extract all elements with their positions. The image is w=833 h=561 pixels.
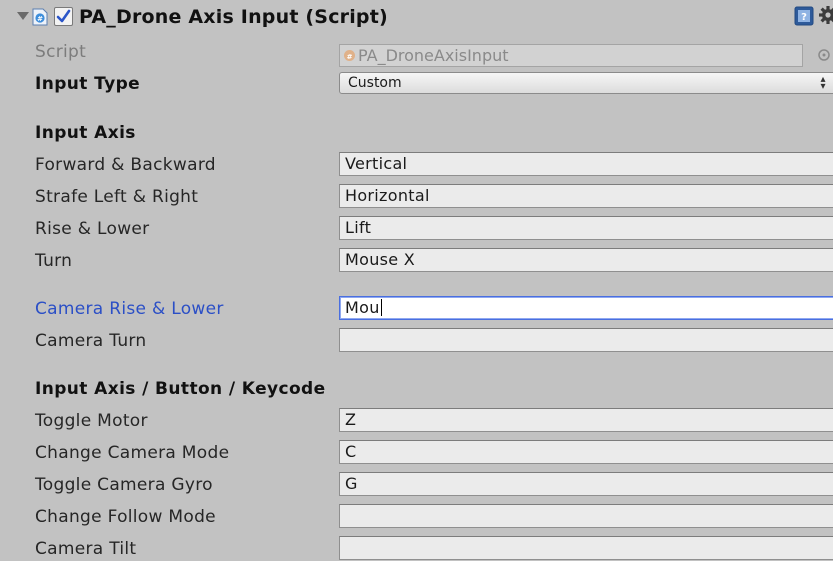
camera-turn-label: Camera Turn: [35, 331, 147, 351]
toggle-motor-field[interactable]: Z: [339, 408, 833, 432]
camera-tilt-label: Camera Tilt: [35, 539, 137, 559]
script-field-value: PA_DroneAxisInput: [358, 46, 509, 65]
checkmark-icon: [56, 9, 71, 23]
svg-text:#: #: [37, 15, 43, 23]
turn-label: Turn: [35, 251, 73, 271]
component-header: # PA_Drone Axis Input (Script) ?: [0, 0, 833, 38]
change-camera-mode-label: Change Camera Mode: [35, 443, 230, 463]
change-follow-mode-field[interactable]: [339, 504, 833, 528]
section-header-input-axis: Input Axis: [35, 123, 136, 143]
component-title: PA_Drone Axis Input (Script): [79, 6, 388, 28]
forward-backward-label: Forward & Backward: [35, 155, 216, 175]
svg-text:#: #: [347, 53, 353, 61]
script-label: Script: [35, 42, 87, 62]
rise-lower-label: Rise & Lower: [35, 219, 150, 239]
svg-text:?: ?: [801, 12, 807, 23]
csharp-script-icon: #: [32, 8, 48, 26]
forward-backward-field[interactable]: Vertical: [339, 152, 833, 176]
script-file-icon: #: [344, 50, 355, 61]
strafe-label: Strafe Left & Right: [35, 187, 199, 207]
foldout-arrow-icon[interactable]: [17, 12, 29, 20]
component-enabled-checkbox[interactable]: [54, 7, 73, 26]
camera-tilt-field[interactable]: [339, 536, 833, 560]
gear-icon[interactable]: [818, 5, 833, 25]
camera-rise-lower-field[interactable]: Mou: [339, 296, 833, 320]
turn-field[interactable]: Mouse X: [339, 248, 833, 272]
script-object-field[interactable]: # PA_DroneAxisInput: [339, 44, 803, 67]
toggle-camera-gyro-label: Toggle Camera Gyro: [35, 475, 213, 495]
rise-lower-field[interactable]: Lift: [339, 216, 833, 240]
help-book-icon[interactable]: ?: [794, 6, 814, 26]
change-follow-mode-label: Change Follow Mode: [35, 507, 216, 527]
object-picker-icon[interactable]: [817, 48, 831, 62]
change-camera-mode-field[interactable]: C: [339, 440, 833, 464]
section-header-keycode: Input Axis / Button / Keycode: [35, 379, 326, 399]
input-type-dropdown[interactable]: Custom: [339, 72, 833, 94]
camera-rise-lower-value: Mou: [345, 298, 380, 317]
text-caret: [380, 299, 382, 316]
toggle-camera-gyro-field[interactable]: G: [339, 472, 833, 496]
toggle-motor-label: Toggle Motor: [35, 411, 148, 431]
input-type-label: Input Type: [35, 74, 141, 94]
strafe-field[interactable]: Horizontal: [339, 184, 833, 208]
camera-turn-field[interactable]: [339, 328, 833, 352]
dropdown-arrows-icon: ▴ ▾: [820, 74, 826, 92]
camera-rise-lower-label: Camera Rise & Lower: [35, 299, 224, 319]
